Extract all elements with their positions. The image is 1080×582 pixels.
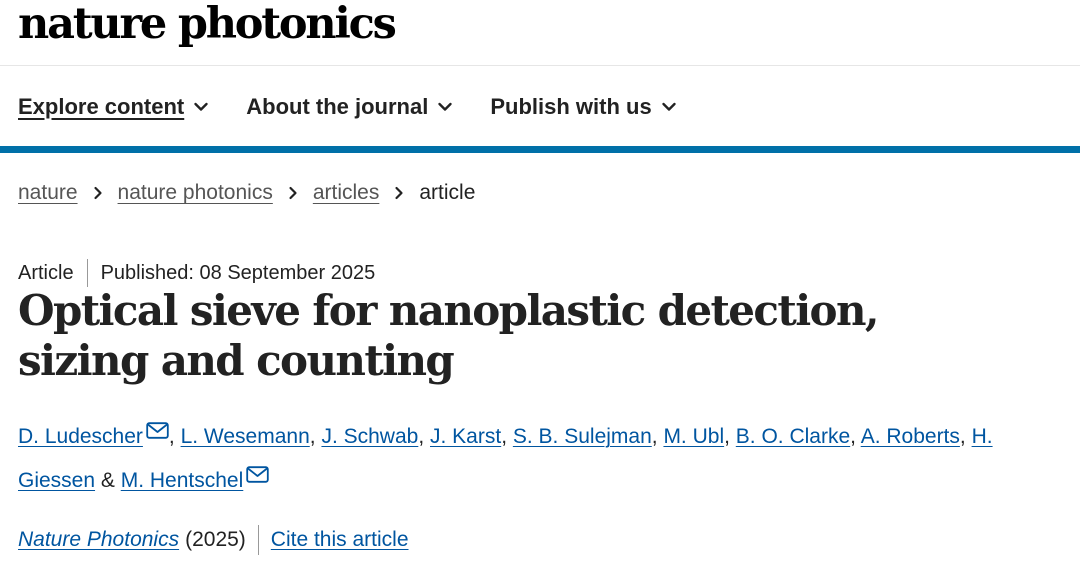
- chevron-down-icon: [438, 102, 453, 111]
- author-separator: ,: [501, 425, 513, 448]
- journal-info: Nature Photonics (2025) Cite this articl…: [18, 525, 409, 555]
- main-nav: Explore content About the journal Publish …: [0, 66, 1080, 146]
- author-link[interactable]: D. Ludescher: [18, 425, 143, 448]
- author-separator: ,: [724, 425, 736, 448]
- article-type: Article: [18, 261, 74, 284]
- author-separator: ,: [309, 425, 322, 448]
- nav-item-publish-with-us[interactable]: Publish with us: [490, 94, 676, 120]
- nav-item-label: About the journal: [246, 94, 429, 119]
- author-separator: ,: [418, 425, 430, 448]
- author-separator: ,: [959, 425, 972, 448]
- author-link[interactable]: S. B. Sulejman: [513, 425, 652, 448]
- author-link[interactable]: A. Roberts: [861, 425, 960, 448]
- author-separator: ,: [168, 425, 181, 448]
- author-link[interactable]: M. Hentschel: [121, 469, 244, 492]
- nav-item-about-the-journal[interactable]: About the journal: [246, 94, 453, 120]
- email-icon[interactable]: [146, 422, 169, 439]
- chevron-right-icon: [289, 186, 297, 200]
- site-header: nature photonics: [0, 0, 1080, 66]
- meta-divider: [86, 259, 88, 287]
- published-date: Published: 08 September 2025: [100, 261, 376, 284]
- nav-item-label: Explore content: [18, 94, 185, 119]
- journal-link[interactable]: Nature Photonics: [18, 528, 179, 552]
- article-meta: Article Published: 08 September 2025: [18, 259, 375, 287]
- author-link[interactable]: J. Schwab: [321, 425, 418, 448]
- chevron-down-icon: [661, 102, 676, 111]
- author-list: D. Ludescher, L. Wesemann, J. Schwab, J.…: [18, 415, 1018, 503]
- author-link[interactable]: B. O. Clarke: [736, 425, 850, 448]
- cite-article-link[interactable]: Cite this article: [271, 528, 409, 552]
- author-separator: ,: [651, 425, 664, 448]
- chevron-down-icon: [194, 102, 208, 111]
- article-title: Optical sieve for nanoplastic detection,…: [18, 286, 880, 385]
- chevron-right-icon: [93, 186, 102, 200]
- breadcrumb: nature nature photonics articles article: [18, 181, 475, 205]
- nav-item-explore-content[interactable]: Explore content: [18, 94, 209, 120]
- breadcrumb-current: article: [419, 181, 476, 204]
- publication-year: (2025): [185, 528, 246, 551]
- chevron-right-icon: [395, 186, 403, 200]
- nav-items: Explore content About the journal Publish …: [18, 92, 714, 122]
- author-last-separator: &: [95, 469, 121, 492]
- breadcrumb-link[interactable]: nature photonics: [118, 181, 273, 205]
- author-link[interactable]: L. Wesemann: [181, 425, 310, 448]
- breadcrumb-link[interactable]: nature: [18, 181, 78, 205]
- author-link[interactable]: J. Karst: [430, 425, 501, 448]
- email-icon[interactable]: [246, 466, 269, 483]
- author-separator: ,: [850, 425, 861, 448]
- breadcrumb-link[interactable]: articles: [313, 181, 380, 205]
- journal-divider: [257, 525, 259, 555]
- article-page: nature photonics Explore content About th…: [0, 0, 1080, 582]
- nav-item-label: Publish with us: [490, 94, 652, 119]
- author-link[interactable]: M. Ubl: [663, 425, 724, 448]
- site-logo[interactable]: nature photonics: [18, 0, 397, 52]
- accent-rule: [0, 146, 1080, 153]
